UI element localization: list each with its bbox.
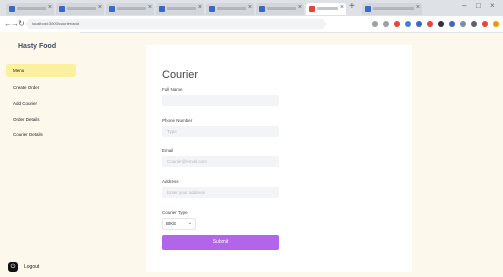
- extension-icon[interactable]: [427, 21, 433, 27]
- full-name-label: Full Name: [162, 87, 183, 92]
- close-tab-icon[interactable]: ×: [298, 4, 302, 12]
- close-tab-icon[interactable]: ×: [148, 4, 152, 12]
- email-field[interactable]: Courier@email.com: [162, 156, 279, 167]
- extension-icon[interactable]: [460, 21, 466, 27]
- browser-tab[interactable]: ×: [256, 3, 304, 15]
- sidebar-item-courier-details[interactable]: Courier Details: [6, 128, 76, 141]
- close-tab-icon[interactable]: ×: [248, 4, 252, 12]
- browser-tab-bar: × × × × × × × + × – □ ×: [0, 0, 503, 16]
- close-tab-icon[interactable]: ×: [416, 4, 420, 12]
- email-label: Email: [162, 148, 174, 153]
- extension-icon[interactable]: [394, 21, 400, 27]
- tab-favicon-icon: [59, 6, 65, 12]
- close-tab-icon[interactable]: ×: [340, 4, 344, 12]
- menu-icon[interactable]: [493, 21, 499, 27]
- tab-favicon-icon: [109, 6, 115, 12]
- url-field[interactable]: localhost:3000/courier/add: [26, 19, 326, 29]
- sidebar-item-order-details[interactable]: Order Details: [6, 113, 76, 126]
- submit-button[interactable]: Submit: [162, 235, 279, 250]
- page-title: Courier: [162, 69, 199, 81]
- chevron-down-icon: ⌄: [187, 220, 192, 226]
- brand-logo: Hasty Food: [18, 43, 57, 50]
- address-label: Address: [162, 179, 179, 184]
- sidebar-item-add-courier[interactable]: Add Courier: [6, 97, 76, 110]
- tab-favicon-icon: [259, 6, 265, 12]
- browser-tab[interactable]: ×: [106, 3, 154, 15]
- browser-tab[interactable]: ×: [156, 3, 204, 15]
- courier-type-value: BIKE: [166, 221, 177, 226]
- reload-icon[interactable]: ↻: [18, 19, 25, 28]
- extension-icon[interactable]: [405, 21, 411, 27]
- new-tab-icon[interactable]: +: [349, 1, 355, 12]
- extension-icon[interactable]: [438, 21, 444, 27]
- address-placeholder: Enter your address: [167, 190, 206, 195]
- tab-favicon-icon: [365, 6, 371, 12]
- extension-icon[interactable]: [449, 21, 455, 27]
- extension-icon[interactable]: [416, 21, 422, 27]
- address-field[interactable]: Enter your address: [162, 187, 279, 198]
- browser-tab[interactable]: ×: [206, 3, 254, 15]
- courier-type-label: Courier Type: [162, 210, 188, 215]
- courier-form-card: Courier Full Name Phone Number Type Emai…: [146, 45, 412, 272]
- browser-tab[interactable]: ×: [6, 3, 54, 15]
- courier-type-select[interactable]: BIKE ⌄: [162, 218, 196, 230]
- phone-number-placeholder: Type: [167, 129, 177, 134]
- profile-avatar[interactable]: [482, 21, 488, 27]
- tab-favicon-icon: [9, 6, 15, 12]
- logout-label: Logout: [24, 264, 40, 270]
- browser-tab-active[interactable]: ×: [306, 3, 346, 15]
- close-tab-icon[interactable]: ×: [98, 4, 102, 12]
- phone-number-field[interactable]: Type: [162, 126, 279, 137]
- window-close-icon[interactable]: ×: [490, 1, 495, 10]
- browser-tab[interactable]: ×: [56, 3, 104, 15]
- address-bar-row: ← → ↻ localhost:3000/courier/add: [0, 16, 503, 33]
- close-tab-icon[interactable]: ×: [48, 4, 52, 12]
- maximize-icon[interactable]: □: [476, 1, 481, 10]
- logout-icon: ⏻: [8, 262, 18, 272]
- bookmark-icon[interactable]: [383, 21, 389, 27]
- email-placeholder: Courier@email.com: [167, 159, 207, 164]
- close-tab-icon[interactable]: ×: [198, 4, 202, 12]
- sidebar-item-menu[interactable]: Menu: [6, 64, 76, 77]
- phone-number-label: Phone Number: [162, 118, 193, 123]
- tab-favicon-icon: [159, 6, 165, 12]
- minimize-icon[interactable]: –: [462, 1, 466, 10]
- url-text: localhost:3000/courier/add: [32, 21, 79, 26]
- puzzle-icon[interactable]: [471, 21, 477, 27]
- tab-favicon-icon: [209, 6, 215, 12]
- browser-tab[interactable]: ×: [362, 3, 422, 15]
- tab-favicon-icon: [309, 6, 315, 12]
- full-name-field[interactable]: [162, 95, 279, 106]
- sidebar-item-create-order[interactable]: Create Order: [6, 81, 76, 94]
- share-icon[interactable]: [372, 21, 378, 27]
